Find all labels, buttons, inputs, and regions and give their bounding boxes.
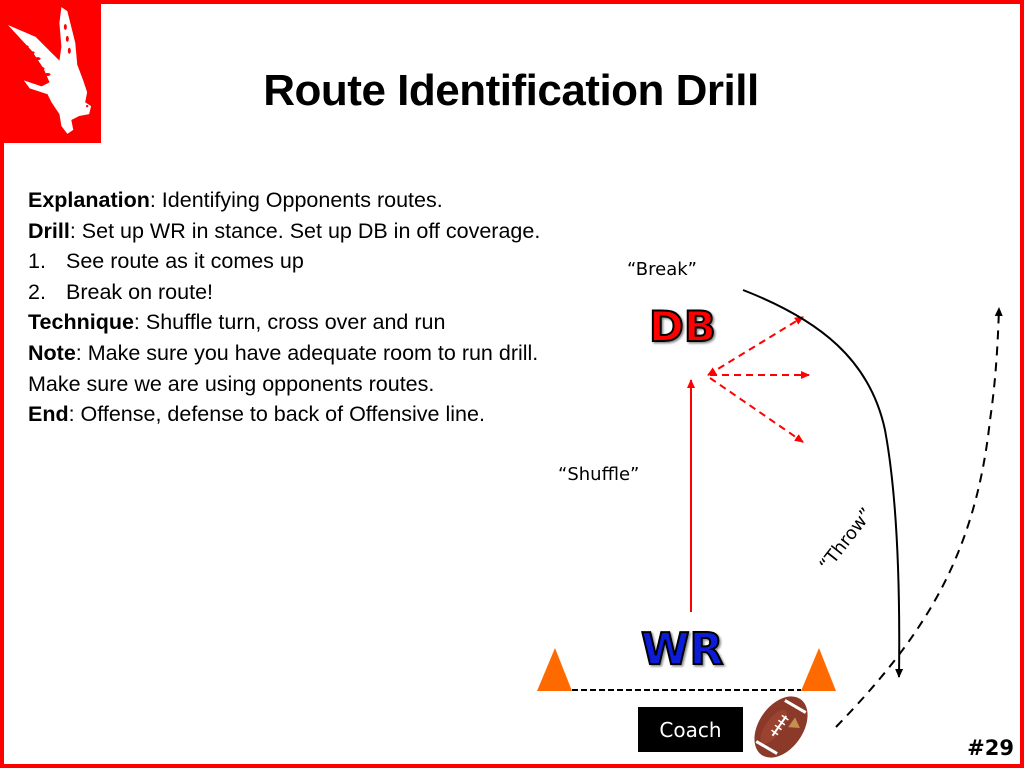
db-break-route-up — [707, 316, 804, 376]
shuffle-label: “Shuffle” — [558, 464, 639, 485]
break-label: “Break” — [627, 259, 697, 280]
slide-number: #29 — [967, 736, 1014, 760]
throw-label: “Throw” — [815, 504, 877, 575]
cone-icon — [801, 648, 836, 691]
cone-icon — [537, 648, 572, 691]
drill-diagram: “Break” “Shuffle” “Throw” DB WR — [537, 259, 1003, 758]
db-label: DB — [649, 302, 716, 351]
wr-label: WR — [641, 624, 723, 675]
coach-marker: Coach — [638, 707, 743, 752]
coach-label: Coach — [659, 717, 722, 742]
db-break-route-down — [709, 377, 804, 443]
receiver-comeback-route — [742, 289, 904, 678]
football-icon — [754, 696, 808, 758]
